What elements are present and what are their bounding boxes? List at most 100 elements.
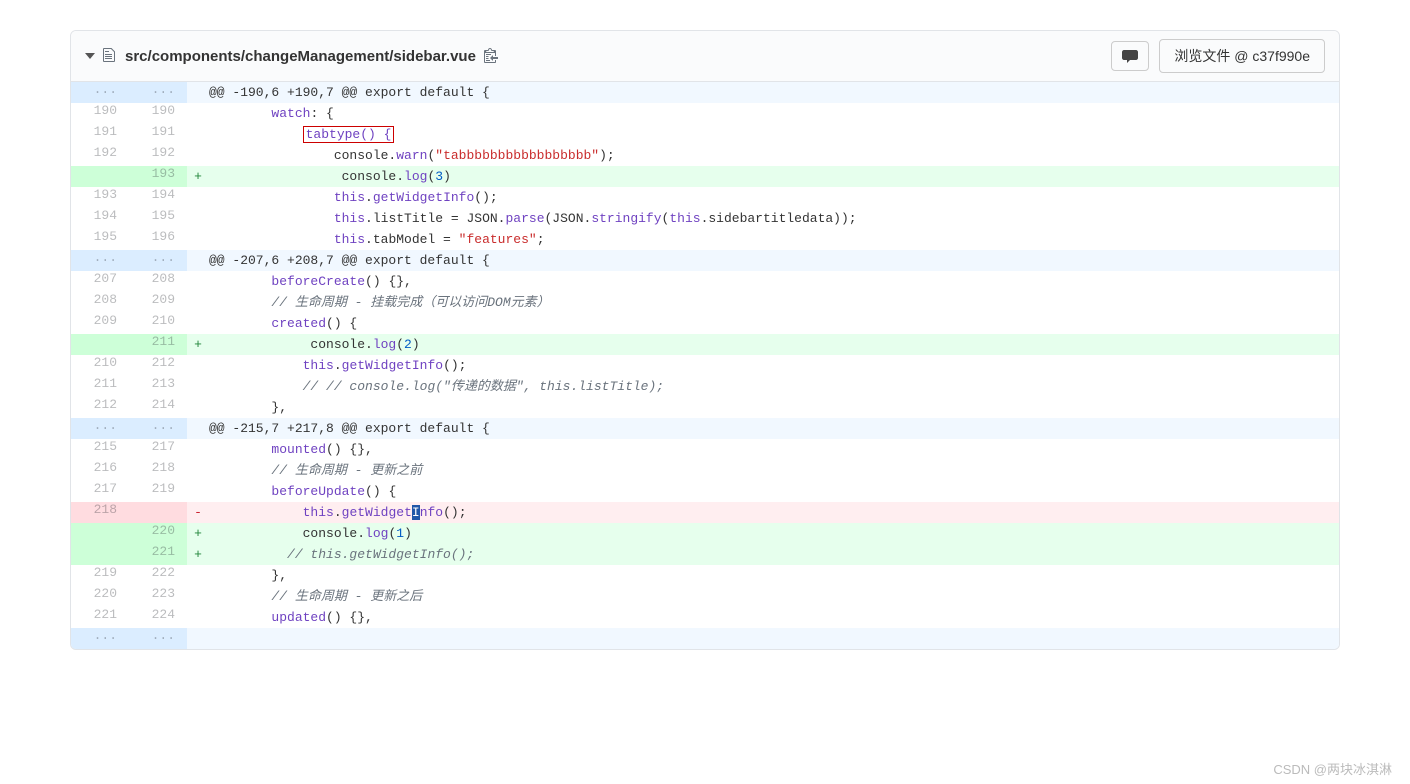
- copy-icon[interactable]: [484, 47, 498, 66]
- caret-down-icon[interactable]: [85, 53, 95, 59]
- old-line-number[interactable]: 191: [71, 124, 129, 145]
- old-line-number[interactable]: [71, 523, 129, 544]
- comment-button[interactable]: [1111, 41, 1149, 71]
- new-line-number[interactable]: ...: [129, 250, 187, 271]
- code-line[interactable]: + // this.getWidgetInfo();: [187, 544, 1339, 565]
- new-line-number[interactable]: 196: [129, 229, 187, 250]
- new-line-number[interactable]: 221: [129, 544, 187, 565]
- code-line[interactable]: updated() {},: [187, 607, 1339, 628]
- new-line-number[interactable]: 208: [129, 271, 187, 292]
- code-token: ();: [474, 190, 497, 205]
- old-line-number[interactable]: 217: [71, 481, 129, 502]
- code-token: updated: [271, 610, 326, 625]
- new-line-number[interactable]: 214: [129, 397, 187, 418]
- new-line-number[interactable]: ...: [129, 628, 187, 649]
- diff-sign: +: [187, 334, 209, 355]
- new-line-number[interactable]: 191: [129, 124, 187, 145]
- code-line[interactable]: @@ -215,7 +217,8 @@ export default {: [187, 418, 1339, 439]
- code-line[interactable]: + console.log(2): [187, 334, 1339, 355]
- code-line[interactable]: this.getWidgetInfo();: [187, 355, 1339, 376]
- old-line-number[interactable]: ...: [71, 82, 129, 103]
- diff-row: ...... @@ -207,6 +208,7 @@ export defaul…: [71, 250, 1339, 271]
- code-line[interactable]: // 生命周期 - 更新之前: [187, 460, 1339, 481]
- code-line[interactable]: created() {: [187, 313, 1339, 334]
- old-line-number[interactable]: 218: [71, 502, 129, 523]
- code-token: () {},: [326, 610, 373, 625]
- new-line-number[interactable]: 192: [129, 145, 187, 166]
- code-token: .sidebartitledata));: [701, 211, 857, 226]
- new-line-number[interactable]: 212: [129, 355, 187, 376]
- new-line-number[interactable]: 218: [129, 460, 187, 481]
- code-line[interactable]: this.getWidgetInfo();: [187, 187, 1339, 208]
- old-line-number[interactable]: 215: [71, 439, 129, 460]
- old-line-number[interactable]: 195: [71, 229, 129, 250]
- code-line[interactable]: // 生命周期 - 挂载完成（可以访问DOM元素）: [187, 292, 1339, 313]
- code-line[interactable]: + console.log(1): [187, 523, 1339, 544]
- code-line[interactable]: console.warn("tabbbbbbbbbbbbbbbbb");: [187, 145, 1339, 166]
- code-token: 1: [396, 526, 404, 541]
- code-token: [209, 232, 334, 247]
- code-line[interactable]: @@ -207,6 +208,7 @@ export default {: [187, 250, 1339, 271]
- old-line-number[interactable]: 193: [71, 187, 129, 208]
- code-line[interactable]: beforeUpdate() {: [187, 481, 1339, 502]
- old-line-number[interactable]: 207: [71, 271, 129, 292]
- old-line-number[interactable]: 221: [71, 607, 129, 628]
- code-line[interactable]: + console.log(3): [187, 166, 1339, 187]
- new-line-number[interactable]: ...: [129, 418, 187, 439]
- code-line[interactable]: },: [187, 397, 1339, 418]
- code-line[interactable]: beforeCreate() {},: [187, 271, 1339, 292]
- diff-sign: [187, 82, 209, 103]
- new-line-number[interactable]: [129, 502, 187, 523]
- code-line[interactable]: [187, 628, 1339, 649]
- old-line-number[interactable]: ...: [71, 250, 129, 271]
- old-line-number[interactable]: 219: [71, 565, 129, 586]
- new-line-number[interactable]: 210: [129, 313, 187, 334]
- code-line[interactable]: - this.getWidgetInfo();: [187, 502, 1339, 523]
- browse-file-button[interactable]: 浏览文件 @ c37f990e: [1159, 39, 1325, 73]
- old-line-number[interactable]: [71, 334, 129, 355]
- new-line-number[interactable]: 224: [129, 607, 187, 628]
- code-line[interactable]: @@ -190,6 +190,7 @@ export default {: [187, 82, 1339, 103]
- new-line-number[interactable]: 220: [129, 523, 187, 544]
- old-line-number[interactable]: ...: [71, 418, 129, 439]
- new-line-number[interactable]: 209: [129, 292, 187, 313]
- old-line-number[interactable]: 190: [71, 103, 129, 124]
- code-line[interactable]: },: [187, 565, 1339, 586]
- new-line-number[interactable]: 194: [129, 187, 187, 208]
- code-line[interactable]: tabtype() {: [187, 124, 1339, 145]
- old-line-number[interactable]: 211: [71, 376, 129, 397]
- code-line[interactable]: this.tabModel = "features";: [187, 229, 1339, 250]
- diff-row: ...... @@ -215,7 +217,8 @@ export defaul…: [71, 418, 1339, 439]
- new-line-number[interactable]: 213: [129, 376, 187, 397]
- old-line-number[interactable]: 220: [71, 586, 129, 607]
- code-line[interactable]: this.listTitle = JSON.parse(JSON.stringi…: [187, 208, 1339, 229]
- old-line-number[interactable]: 194: [71, 208, 129, 229]
- old-line-number[interactable]: 209: [71, 313, 129, 334]
- diff-row: 209210 created() {: [71, 313, 1339, 334]
- code-token: [209, 190, 334, 205]
- code-token: [209, 463, 271, 478]
- old-line-number[interactable]: 192: [71, 145, 129, 166]
- diff-row: 210212 this.getWidgetInfo();: [71, 355, 1339, 376]
- old-line-number[interactable]: 212: [71, 397, 129, 418]
- new-line-number[interactable]: 222: [129, 565, 187, 586]
- code-token: [209, 316, 271, 331]
- new-line-number[interactable]: 219: [129, 481, 187, 502]
- old-line-number[interactable]: [71, 166, 129, 187]
- new-line-number[interactable]: 223: [129, 586, 187, 607]
- old-line-number[interactable]: [71, 544, 129, 565]
- new-line-number[interactable]: 190: [129, 103, 187, 124]
- new-line-number[interactable]: ...: [129, 82, 187, 103]
- code-line[interactable]: // 生命周期 - 更新之后: [187, 586, 1339, 607]
- old-line-number[interactable]: 216: [71, 460, 129, 481]
- code-line[interactable]: mounted() {},: [187, 439, 1339, 460]
- new-line-number[interactable]: 217: [129, 439, 187, 460]
- code-line[interactable]: watch: {: [187, 103, 1339, 124]
- new-line-number[interactable]: 193: [129, 166, 187, 187]
- new-line-number[interactable]: 195: [129, 208, 187, 229]
- old-line-number[interactable]: 208: [71, 292, 129, 313]
- code-line[interactable]: // // console.log("传递的数据", this.listTitl…: [187, 376, 1339, 397]
- old-line-number[interactable]: ...: [71, 628, 129, 649]
- old-line-number[interactable]: 210: [71, 355, 129, 376]
- new-line-number[interactable]: 211: [129, 334, 187, 355]
